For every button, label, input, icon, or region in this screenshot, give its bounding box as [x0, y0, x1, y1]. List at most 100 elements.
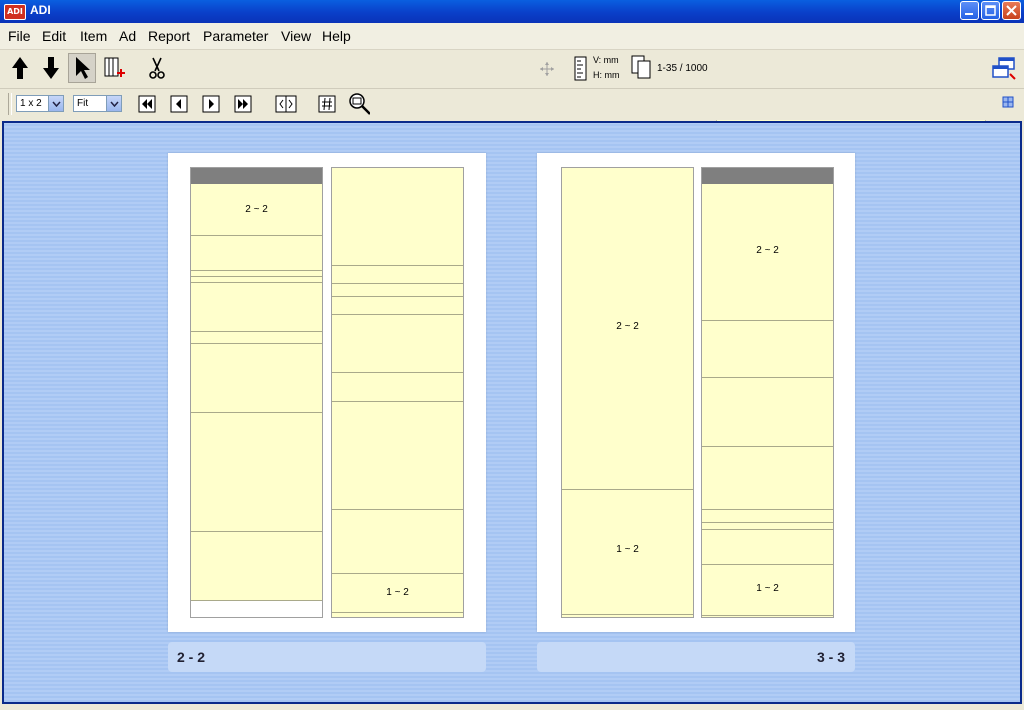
zoom-search-button[interactable] [348, 93, 370, 115]
cell-divider [702, 446, 833, 447]
move-cross-icon [540, 62, 554, 76]
vertical-unit-label: V: mm [593, 55, 619, 65]
grid-snap-icon[interactable] [1002, 93, 1014, 112]
cell-divider [562, 489, 693, 490]
ad-cell-label: 2 ~ 2 [616, 321, 639, 332]
column-header-bar [191, 168, 322, 184]
toolbar-grip [8, 93, 12, 115]
zoom-dropdown-button[interactable] [106, 96, 121, 111]
layout-dropdown-button[interactable] [48, 96, 63, 111]
pages-copy-icon [631, 55, 653, 85]
page-number-button[interactable] [316, 93, 338, 115]
select-pointer-button[interactable] [68, 53, 96, 83]
move-tool-button[interactable] [536, 54, 558, 84]
menu-file[interactable]: File [8, 28, 31, 44]
scissors-icon [149, 57, 165, 79]
cell-divider [702, 377, 833, 378]
title-bar: ADI ADI [0, 0, 1024, 23]
menu-item[interactable]: Item [80, 28, 107, 44]
cell-divider [332, 296, 463, 297]
cell-divider [562, 614, 693, 615]
cell-divider [702, 320, 833, 321]
cell-divider [702, 509, 833, 510]
cell-divider [191, 235, 322, 236]
close-icon [1006, 5, 1017, 16]
menu-edit[interactable]: Edit [42, 28, 66, 44]
cell-divider [332, 401, 463, 402]
status-bar [0, 704, 1024, 710]
zoom-select-value: Fit [77, 98, 89, 109]
ad-cell-label: 1 ~ 2 [386, 587, 409, 598]
maximize-button[interactable] [981, 1, 1000, 20]
layout-select[interactable]: 1 x 2 [16, 95, 64, 112]
cell-divider [332, 372, 463, 373]
window-swap-icon [992, 57, 1016, 80]
page-canvas[interactable] [2, 121, 1022, 704]
page-sheet-left[interactable]: 2 ~ 2 1 ~ 2 [168, 153, 486, 632]
page-footer-left: 2 - 2 [168, 642, 486, 672]
minimize-button[interactable] [960, 1, 979, 20]
menu-help[interactable]: Help [322, 28, 351, 44]
cell-divider [702, 615, 833, 616]
page-number-label: 3 - 3 [816, 649, 845, 665]
previous-page-button[interactable] [168, 93, 190, 115]
cell-divider [191, 331, 322, 332]
page-right-column-1[interactable]: 2 ~ 2 1 ~ 2 [561, 167, 694, 618]
cell-divider [702, 564, 833, 565]
maximize-icon [985, 5, 996, 16]
ad-cell-label: 2 ~ 2 [756, 245, 779, 256]
page-right-column-2[interactable]: 2 ~ 2 1 ~ 2 [701, 167, 834, 618]
next-page-icon [202, 95, 220, 113]
chevron-down-icon [51, 101, 61, 107]
first-page-button[interactable] [136, 93, 158, 115]
move-down-button[interactable] [37, 53, 65, 83]
cell-divider [191, 276, 322, 277]
column-header-bar [702, 168, 833, 184]
last-page-icon [234, 95, 252, 113]
last-page-button[interactable] [232, 93, 254, 115]
chevron-down-icon [109, 101, 119, 107]
cell-divider [191, 412, 322, 413]
cell-divider [332, 509, 463, 510]
minimize-icon [965, 13, 973, 15]
add-column-button[interactable] [100, 53, 128, 83]
window-title: ADI [30, 3, 51, 17]
cut-button[interactable] [143, 53, 171, 83]
add-column-icon [104, 57, 125, 77]
menu-bar: File Edit Item Ad Report Parameter View … [0, 23, 1024, 50]
zoom-select[interactable]: Fit [73, 95, 122, 112]
cell-divider [332, 573, 463, 574]
cell-divider [332, 283, 463, 284]
menu-view[interactable]: View [281, 28, 311, 44]
cell-divider [702, 529, 833, 530]
ad-cell-label: 1 ~ 2 [616, 544, 639, 555]
cell-divider [702, 522, 833, 523]
menu-report[interactable]: Report [148, 28, 190, 44]
close-button[interactable] [1002, 1, 1021, 20]
next-page-button[interactable] [200, 93, 222, 115]
spread-view-button[interactable] [275, 93, 297, 115]
window-switch-button[interactable] [990, 53, 1018, 83]
cell-divider [191, 531, 322, 532]
navigation-toolbar: 1 x 2 Fit [0, 89, 1024, 120]
column-fill [191, 168, 322, 600]
cell-divider [191, 343, 322, 344]
horizontal-unit-label: H: mm [593, 70, 620, 80]
menu-parameter[interactable]: Parameter [203, 28, 268, 44]
hash-icon [318, 95, 336, 113]
cell-divider [191, 600, 322, 601]
main-toolbar: V: mm H: mm 1-35 / 1000 [0, 50, 1024, 132]
move-up-button[interactable] [6, 53, 34, 83]
page-sheet-right[interactable]: 2 ~ 2 1 ~ 2 2 ~ 2 1 ~ 2 [537, 153, 855, 632]
layout-select-value: 1 x 2 [20, 98, 42, 109]
arrow-up-icon [12, 57, 28, 79]
cell-divider [191, 270, 322, 271]
cell-divider [332, 612, 463, 613]
pointer-icon [76, 57, 90, 79]
ruler-icon [574, 56, 588, 86]
ad-cell-label: 1 ~ 2 [756, 583, 779, 594]
page-left-column-1[interactable]: 2 ~ 2 [190, 167, 323, 618]
menu-ad[interactable]: Ad [119, 28, 136, 44]
page-left-column-2[interactable]: 1 ~ 2 [331, 167, 464, 618]
page-range-label: 1-35 / 1000 [657, 63, 708, 74]
